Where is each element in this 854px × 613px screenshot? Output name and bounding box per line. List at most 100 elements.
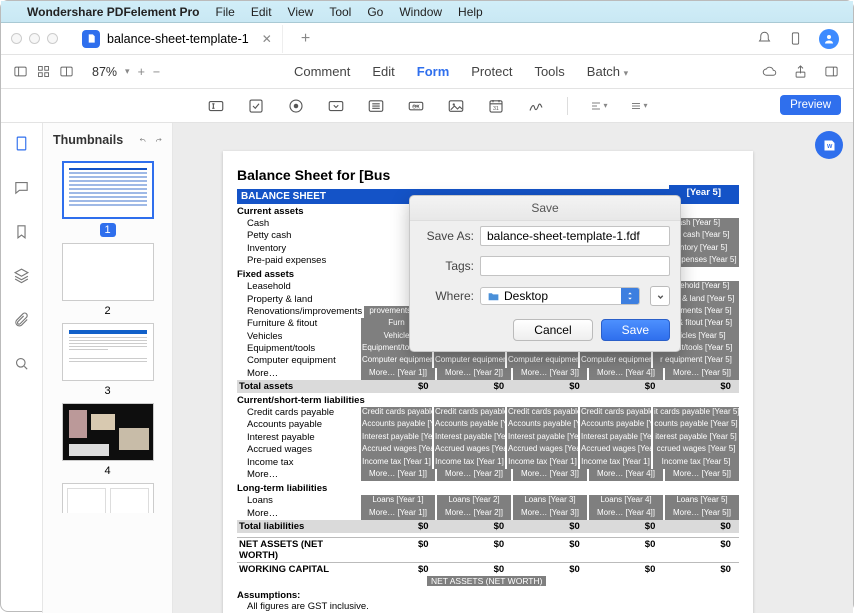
thumbnails-panel-icon[interactable] (13, 135, 30, 157)
comments-panel-icon[interactable] (13, 179, 30, 201)
maximize-window-button[interactable] (47, 33, 58, 44)
bell-icon[interactable] (757, 31, 772, 46)
form-field[interactable]: Accounts payable [Ye (361, 419, 432, 431)
form-field[interactable]: Loans [Year 5] (665, 495, 739, 507)
form-field[interactable]: More… [Year 4]] (589, 508, 663, 520)
form-field[interactable]: Credit cards payable [ (580, 407, 651, 419)
zoom-in-button[interactable]: + (138, 65, 145, 79)
more-tool-icon[interactable]: ▾ (630, 97, 648, 115)
form-field[interactable]: Accrued wages [Year (361, 444, 432, 456)
form-field[interactable]: Accrued wages [Year (580, 444, 651, 456)
undo-icon[interactable] (139, 134, 146, 147)
form-field[interactable]: More… [Year 5]] (665, 469, 739, 481)
menu-protect[interactable]: Protect (471, 64, 512, 79)
sidebar-toggle-icon[interactable] (13, 64, 28, 79)
thumbnail-3[interactable]: 3 (62, 323, 154, 397)
radio-tool-icon[interactable] (287, 97, 305, 115)
form-field[interactable]: Interest payable [Year (507, 432, 578, 444)
menu-view[interactable]: View (288, 5, 314, 19)
document-canvas[interactable]: W Balance Sheet for [Bus BALANCE SHEET [… (173, 123, 853, 613)
form-field[interactable]: Credit cards payable [ (434, 407, 505, 419)
form-field[interactable]: More… [Year 2]] (437, 368, 511, 380)
date-tool-icon[interactable]: 31 (487, 97, 505, 115)
app-name[interactable]: Wondershare PDFelement Pro (27, 5, 200, 19)
thumbnail-1[interactable]: 1 (62, 161, 154, 237)
form-field[interactable]: Accrued wages [Year (507, 444, 578, 456)
form-field[interactable]: Loans [Year 2] (437, 495, 511, 507)
form-field[interactable]: ccrued wages [Year 5] (653, 444, 739, 456)
search-panel-icon[interactable] (13, 355, 30, 377)
form-field[interactable]: Interest payable [Year (434, 432, 505, 444)
close-window-button[interactable] (11, 33, 22, 44)
form-field[interactable]: More… [Year 5]] (665, 508, 739, 520)
form-field[interactable]: More… [Year 3]] (513, 368, 587, 380)
grid-icon[interactable] (36, 64, 51, 79)
share-icon[interactable] (793, 64, 808, 79)
redo-icon[interactable] (155, 134, 162, 147)
menu-tools[interactable]: Tools (534, 64, 564, 79)
form-field[interactable]: Computer equipment [Year (361, 355, 432, 367)
thumbnail-2[interactable]: 2 (62, 243, 154, 317)
form-field[interactable]: Credit cards payable [ (361, 407, 432, 419)
textfield-tool-icon[interactable] (207, 97, 225, 115)
saveas-input[interactable] (480, 226, 670, 246)
form-field[interactable]: More… [Year 4]] (589, 469, 663, 481)
menu-comment[interactable]: Comment (294, 64, 350, 79)
menu-batch[interactable]: Batch ▾ (587, 64, 628, 79)
form-field[interactable]: Accrued wages [Year (434, 444, 505, 456)
form-field[interactable]: More… [Year 4]] (589, 368, 663, 380)
signature-tool-icon[interactable] (527, 97, 545, 115)
document-tab[interactable]: balance-sheet-template-1 ✕ (76, 25, 283, 53)
form-field[interactable]: Computer equipment [Year (434, 355, 505, 367)
layers-panel-icon[interactable] (13, 267, 30, 289)
form-field[interactable]: Accounts payable [Ye (580, 419, 651, 431)
cancel-button[interactable]: Cancel (513, 319, 592, 341)
minimize-window-button[interactable] (29, 33, 40, 44)
form-field[interactable]: Credit cards payable [ (507, 407, 578, 419)
user-avatar[interactable] (819, 29, 839, 49)
form-field[interactable]: More… [Year 5]] (665, 368, 739, 380)
form-field[interactable]: Accounts payable [Ye (434, 419, 505, 431)
form-field[interactable]: Accounts payable [Ye (507, 419, 578, 431)
menu-edit[interactable]: Edit (251, 5, 272, 19)
form-field[interactable]: More… [Year 2]] (437, 508, 511, 520)
new-tab-button[interactable]: + (301, 30, 310, 48)
form-field[interactable]: Loans [Year 1] (361, 495, 435, 507)
button-tool-icon[interactable]: OK (407, 97, 425, 115)
columns-icon[interactable] (59, 64, 74, 79)
form-field[interactable]: Income tax [Year 5] (653, 457, 739, 469)
mobile-icon[interactable] (788, 31, 803, 46)
menu-form[interactable]: Form (417, 64, 450, 79)
form-field[interactable]: Income tax [Year 1] (361, 457, 432, 469)
form-field[interactable]: Interest payable [Year (580, 432, 651, 444)
form-field[interactable]: Computer equipment [Year (580, 355, 651, 367)
menu-window[interactable]: Window (399, 5, 442, 19)
menu-help[interactable]: Help (458, 5, 483, 19)
form-field[interactable]: More… [Year 1]] (361, 368, 435, 380)
form-field[interactable]: it cards payable [Year 5] (653, 407, 739, 419)
form-field[interactable]: More… [Year 2]] (437, 469, 511, 481)
form-field[interactable]: Computer equipment [Year (507, 355, 578, 367)
zoom-value[interactable]: 87% (92, 65, 117, 79)
close-tab-icon[interactable]: ✕ (256, 32, 272, 46)
networth-field[interactable]: NET ASSETS (NET WORTH) (427, 576, 546, 586)
menu-tool[interactable]: Tool (329, 5, 351, 19)
cloud-icon[interactable] (762, 64, 777, 79)
expand-dialog-button[interactable] (650, 286, 670, 306)
zoom-out-button[interactable]: − (153, 65, 160, 79)
zoom-dropdown-icon[interactable]: ▾ (125, 66, 130, 77)
bookmarks-panel-icon[interactable] (13, 223, 30, 245)
thumbnail-5[interactable] (62, 483, 154, 513)
menu-go[interactable]: Go (367, 5, 383, 19)
preview-button[interactable]: Preview (780, 95, 841, 115)
where-dropdown-icon[interactable] (621, 288, 639, 304)
thumbnail-4[interactable]: 4 (62, 403, 154, 477)
checkbox-tool-icon[interactable] (247, 97, 265, 115)
save-button[interactable]: Save (601, 319, 670, 341)
form-field[interactable]: Income tax [Year 1] (580, 457, 651, 469)
menu-edit2[interactable]: Edit (372, 64, 394, 79)
form-field[interactable]: counts payable [Year 5] (653, 419, 739, 431)
panel-icon[interactable] (824, 64, 839, 79)
form-field[interactable]: Income tax [Year 1] (434, 457, 505, 469)
tags-input[interactable] (480, 256, 670, 276)
